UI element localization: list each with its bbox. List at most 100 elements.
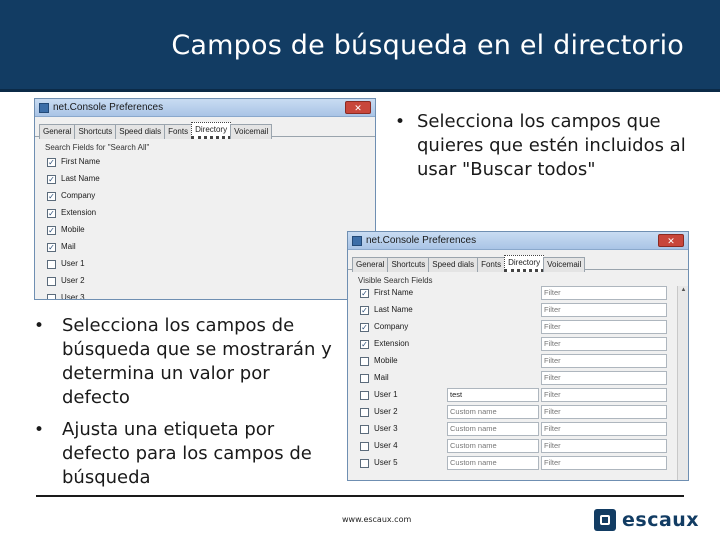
checkbox-user-2[interactable]: [360, 408, 369, 417]
field-row-mail: Mail Filter: [348, 370, 688, 387]
tab-general[interactable]: General: [352, 257, 389, 272]
close-button[interactable]: ✕: [658, 234, 684, 247]
field-row-user-3: User 3: [35, 290, 375, 300]
checkbox-label: First Name: [374, 288, 414, 297]
filter-input[interactable]: Filter: [541, 371, 667, 385]
preferences-window-search-all: net.Console Preferences ✕ General Shortcu…: [34, 98, 376, 300]
field-row-user-5: User 5 Custom name Filter: [348, 455, 688, 472]
scroll-up-icon[interactable]: ▲: [679, 286, 688, 295]
visible-fields-group-label: Visible Search Fields: [358, 276, 433, 285]
checkbox-label: User 3: [374, 424, 398, 433]
footer-url[interactable]: www.escaux.com: [342, 515, 411, 524]
tab-general[interactable]: General: [39, 124, 76, 139]
custom-name-input[interactable]: Custom name: [447, 456, 539, 470]
slide: Campos de búsqueda en el directorio net.…: [0, 0, 720, 540]
filter-input[interactable]: Filter: [541, 439, 667, 453]
checkbox-mail[interactable]: [360, 374, 369, 383]
checkbox-label: User 1: [61, 259, 85, 268]
checkbox-company[interactable]: ✓: [360, 323, 369, 332]
field-row-user-3: User 3 Custom name Filter: [348, 421, 688, 438]
bullet-icon: •: [34, 420, 45, 440]
tab-shortcuts[interactable]: Shortcuts: [74, 124, 117, 139]
checkbox-user-3[interactable]: [360, 425, 369, 434]
tab-shortcuts[interactable]: Shortcuts: [387, 257, 430, 272]
checkbox-label: User 3: [61, 293, 85, 300]
left-bullet-text: Ajusta una etiqueta por defecto para los…: [62, 419, 312, 488]
tab-directory[interactable]: Directory: [504, 255, 545, 272]
tab-speed-dials[interactable]: Speed dials: [428, 257, 479, 272]
scrollbar[interactable]: ▲: [677, 286, 688, 480]
checkbox-mobile[interactable]: [360, 357, 369, 366]
filter-input[interactable]: Filter: [541, 286, 667, 300]
search-all-group-label: Search Fields for "Search All": [45, 143, 150, 152]
tab-fonts[interactable]: Fonts: [164, 124, 193, 139]
tab-speed-dials[interactable]: Speed dials: [115, 124, 166, 139]
checkbox-first-name[interactable]: ✓: [360, 289, 369, 298]
escaux-logo-icon: [594, 509, 616, 531]
checkbox-label: User 5: [374, 458, 398, 467]
field-row-user-2: User 2: [35, 273, 375, 290]
checkbox-user-1[interactable]: [47, 260, 56, 269]
custom-name-input[interactable]: Custom name: [447, 405, 539, 419]
tab-voicemail[interactable]: Voicemail: [543, 257, 586, 272]
field-row-user-1: User 1: [35, 256, 375, 273]
bullet-icon: •: [395, 112, 406, 132]
top-bullet-text: Selecciona los campos que quieres que es…: [417, 111, 686, 180]
escaux-logo: escaux: [594, 507, 699, 533]
field-row-mail: ✓ Mail: [35, 239, 375, 256]
field-row-user-4: User 4 Custom name Filter: [348, 438, 688, 455]
filter-input[interactable]: Filter: [541, 388, 667, 402]
checkbox-label: Mobile: [374, 356, 398, 365]
window-titlebar[interactable]: net.Console Preferences ✕: [348, 232, 688, 250]
field-row-user-2: User 2 Custom name Filter: [348, 404, 688, 421]
filter-input[interactable]: Filter: [541, 337, 667, 351]
checkbox-user-5[interactable]: [360, 459, 369, 468]
checkbox-last-name[interactable]: ✓: [47, 175, 56, 184]
custom-name-input[interactable]: Custom name: [447, 422, 539, 436]
checkbox-user-2[interactable]: [47, 277, 56, 286]
tab-directory[interactable]: Directory: [191, 122, 232, 139]
tab-fonts[interactable]: Fonts: [477, 257, 506, 272]
close-button[interactable]: ✕: [345, 101, 371, 114]
checkbox-label: Mail: [61, 242, 76, 251]
search-all-field-list: ✓ First Name ✓ Last Name ✓ Company ✓ Extension ✓…: [35, 154, 375, 300]
custom-name-input[interactable]: test: [447, 388, 539, 402]
checkbox-label: User 2: [374, 407, 398, 416]
checkbox-label: Last Name: [374, 305, 413, 314]
logo-text: escaux: [622, 509, 700, 531]
tab-bar: General Shortcuts Speed dials Fonts Director…: [348, 254, 688, 272]
checkbox-user-1[interactable]: [360, 391, 369, 400]
checkbox-label: Company: [61, 191, 96, 200]
checkbox-company[interactable]: ✓: [47, 192, 56, 201]
checkbox-label: Mobile: [61, 225, 85, 234]
field-row-extension: ✓ Extension: [35, 205, 375, 222]
filter-input[interactable]: Filter: [541, 422, 667, 436]
filter-input[interactable]: Filter: [541, 303, 667, 317]
filter-input[interactable]: Filter: [541, 354, 667, 368]
field-row-user-1: User 1 test Filter: [348, 387, 688, 404]
custom-name-input[interactable]: Custom name: [447, 439, 539, 453]
checkbox-label: Mail: [374, 373, 389, 382]
filter-input[interactable]: Filter: [541, 456, 667, 470]
window-title: net.Console Preferences: [366, 235, 477, 246]
window-titlebar[interactable]: net.Console Preferences ✕: [35, 99, 375, 117]
checkbox-mail[interactable]: ✓: [47, 243, 56, 252]
field-row-mobile: Mobile Filter: [348, 353, 688, 370]
checkbox-mobile[interactable]: ✓: [47, 226, 56, 235]
field-row-company: ✓ Company: [35, 188, 375, 205]
app-icon: [39, 103, 49, 113]
slide-title: Campos de búsqueda en el directorio: [171, 30, 684, 61]
checkbox-label: Extension: [374, 339, 410, 348]
checkbox-label: User 4: [374, 441, 398, 450]
checkbox-user-4[interactable]: [360, 442, 369, 451]
checkbox-extension[interactable]: ✓: [47, 209, 56, 218]
checkbox-last-name[interactable]: ✓: [360, 306, 369, 315]
checkbox-user-3[interactable]: [47, 294, 56, 299]
tab-voicemail[interactable]: Voicemail: [230, 124, 273, 139]
filter-input[interactable]: Filter: [541, 320, 667, 334]
field-row-mobile: ✓ Mobile: [35, 222, 375, 239]
filter-input[interactable]: Filter: [541, 405, 667, 419]
checkbox-first-name[interactable]: ✓: [47, 158, 56, 167]
checkbox-extension[interactable]: ✓: [360, 340, 369, 349]
tab-bar: General Shortcuts Speed dials Fonts Director…: [35, 121, 375, 139]
